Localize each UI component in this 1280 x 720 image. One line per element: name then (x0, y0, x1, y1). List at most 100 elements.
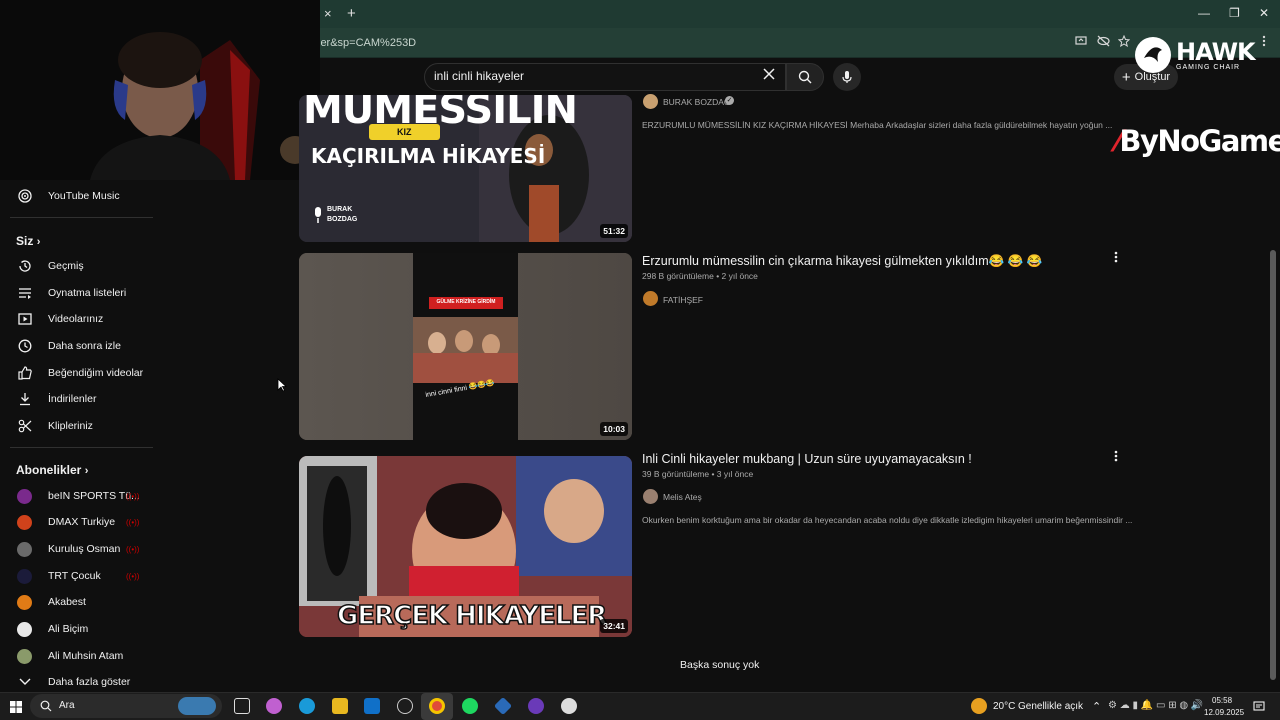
tray-icons[interactable]: ⚙ ☁ ▮ 🔔 ▭ ⊞ ◍ 🔊 (1108, 700, 1203, 711)
windows-start-icon[interactable] (10, 700, 22, 718)
close-window-button[interactable]: ✕ (1259, 6, 1269, 20)
weather-desc[interactable]: Genellikle açık (1018, 701, 1083, 712)
weather-icon[interactable] (971, 698, 987, 714)
sidebar-item-label: Beğendiğim videolar (48, 367, 144, 379)
video-thumbnail[interactable]: MÜMESSİLİN KIZ KAÇIRILMA HİKAYESİ BURAK B… (299, 95, 632, 242)
channel-avatar[interactable] (643, 94, 658, 109)
notification-icon[interactable] (1253, 700, 1265, 718)
taskbar-search[interactable]: Ara (30, 694, 222, 718)
video-thumbnail[interactable]: GERÇEK HIKAYELER 32:41 (299, 456, 632, 637)
channel-avatar (17, 514, 32, 530)
subscription-label: TRT Çocuk (48, 570, 101, 582)
channel-name[interactable]: Melis Ateş (663, 492, 702, 502)
cast-icon[interactable] (1075, 35, 1087, 50)
voice-search-button[interactable] (833, 63, 861, 91)
you-section-heading[interactable]: Siz › (16, 234, 40, 248)
subscription-item[interactable]: Ali Biçim (0, 616, 160, 642)
sidebar-item-youtube-music[interactable]: YouTube Music (0, 183, 160, 209)
subscriptions-heading[interactable]: Abonelikler › (16, 463, 88, 477)
sidebar-item-playlists[interactable]: Oynatma listeleri (0, 280, 160, 306)
subscription-item[interactable]: beIN SPORTS Tü... ((•)) (0, 483, 160, 509)
clear-search-icon[interactable] (762, 67, 776, 86)
browser-menu-icon[interactable] (1262, 35, 1266, 50)
sidebar-item-label: Daha sonra izle (48, 340, 121, 352)
thumb-overlay-text: GERÇEK HIKAYELER (336, 600, 608, 632)
subscription-label: Kuruluş Osman (48, 543, 121, 555)
chevron-right-icon: › (36, 236, 41, 248)
video-thumbnail[interactable]: GÜLME KRİZİNE GİRDİM inni cinni finni 😂😂… (299, 253, 632, 440)
minimize-button[interactable]: — (1198, 6, 1210, 20)
search-icon (798, 70, 812, 84)
sidebar-item-label: İndirilenler (48, 393, 97, 405)
task-view-icon[interactable] (234, 698, 250, 714)
live-icon: ((•)) (126, 517, 140, 527)
sidebar-item-label: Klipleriniz (48, 420, 93, 432)
taskbar-search-label: Ara (59, 700, 75, 711)
sidebar-item-history[interactable]: Geçmiş (0, 253, 160, 279)
discord-icon[interactable] (528, 698, 544, 714)
more-options-icon[interactable] (1114, 251, 1118, 266)
channel-name[interactable]: FATİHŞEF (663, 295, 703, 305)
video-meta: 298 B görüntüleme • 2 yıl önce (642, 271, 758, 281)
webcam-overlay (0, 0, 320, 180)
clips-icon (17, 418, 33, 434)
chrome-icon[interactable] (429, 698, 445, 714)
xbox-icon[interactable] (397, 698, 413, 714)
channel-avatar (17, 541, 32, 557)
sidebar-item-watch-later[interactable]: Daha sonra izle (0, 333, 160, 359)
video-title[interactable]: Erzurumlu mümessilin cin çıkarma hikayes… (642, 254, 1042, 269)
channel-name[interactable]: BURAK BOZDAĞ (663, 97, 731, 107)
copilot-icon[interactable] (266, 698, 282, 714)
eye-off-icon[interactable] (1097, 35, 1110, 50)
video-meta: 39 B görüntüleme • 3 yıl önce (642, 469, 754, 479)
subscription-item[interactable]: Kuruluş Osman ((•)) (0, 536, 160, 562)
weather-temp[interactable]: 20°C (993, 701, 1015, 712)
clock-date[interactable]: 12.09.2025 (1204, 708, 1244, 717)
sidebar-item-your-videos[interactable]: Videolarınız (0, 306, 160, 332)
no-more-results: Başka sonuç yok (680, 659, 760, 671)
spotify-icon[interactable] (462, 698, 478, 714)
subscription-label: Ali Biçim (48, 623, 89, 635)
youtube-music-icon (17, 188, 33, 204)
subscription-item[interactable]: DMAX Turkiye ((•)) (0, 509, 160, 535)
url-text[interactable]: ler&sp=CAM%253D (318, 37, 416, 49)
sidebar-item-liked-videos[interactable]: Beğendiğim videolar (0, 360, 160, 386)
restore-button[interactable]: ❐ (1229, 6, 1240, 20)
video-duration: 10:03 (600, 422, 628, 436)
new-tab-button[interactable]: + (347, 5, 356, 22)
subscription-item[interactable]: TRT Çocuk ((•)) (0, 563, 160, 589)
chevron-down-icon (17, 674, 33, 690)
channel-avatar[interactable] (643, 489, 658, 504)
sidebar-divider (10, 447, 153, 448)
channel-avatar (17, 568, 32, 584)
edge-icon[interactable] (299, 698, 315, 714)
obs-icon[interactable] (561, 698, 577, 714)
hawk-logo: HAWK GAMING CHAIR (1134, 36, 1256, 74)
sidebar-item-clips[interactable]: Klipleriniz (0, 413, 160, 439)
sidebar-item-label: YouTube Music (48, 190, 120, 202)
thumb-title-text: MÜMESSİLİN (303, 95, 578, 133)
outlook-icon[interactable] (364, 698, 380, 714)
search-button[interactable] (786, 63, 824, 91)
video-title[interactable]: Inli Cinli hikayeler mukbang | Uzun süre… (642, 452, 972, 466)
subscription-item[interactable]: Ali Muhsin Atam (0, 643, 160, 669)
tab-close-button[interactable]: × (324, 6, 332, 21)
search-query[interactable]: inli cinli hikayeler (434, 69, 524, 83)
subscription-item[interactable]: Akabest (0, 589, 160, 615)
more-options-icon[interactable] (1114, 450, 1118, 465)
bookmark-star-icon[interactable] (1117, 34, 1131, 50)
chevron-right-icon: › (84, 465, 89, 477)
clock-time[interactable]: 05:58 (1212, 696, 1232, 705)
channel-avatar (17, 594, 32, 610)
subscription-label: Akabest (48, 596, 86, 608)
channel-avatar (17, 488, 32, 504)
show-more-label: Daha fazla göster (48, 676, 131, 688)
sidebar-item-label: Oynatma listeleri (48, 287, 127, 299)
channel-avatar (17, 621, 32, 637)
file-explorer-icon[interactable] (332, 698, 348, 714)
channel-avatar[interactable] (643, 291, 658, 306)
scrollbar[interactable] (1270, 250, 1276, 680)
sidebar-item-downloads[interactable]: İndirilenler (0, 386, 160, 412)
thumb-badge: KIZ (369, 124, 440, 140)
chevron-up-icon[interactable]: ⌃ (1092, 700, 1101, 713)
